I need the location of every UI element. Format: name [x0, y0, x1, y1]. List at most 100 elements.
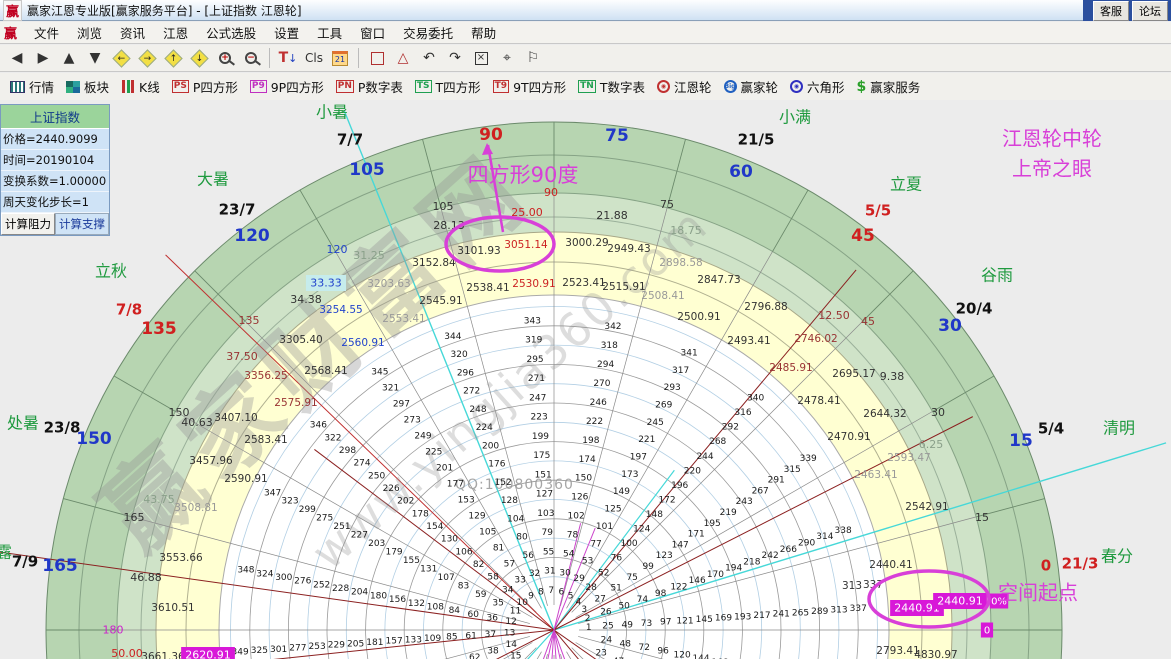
spiral-number: 129 [468, 511, 485, 521]
menu-item-2[interactable]: 资讯 [111, 21, 154, 44]
toolbar-button-六角形[interactable]: ◉六角形 [784, 75, 851, 98]
crosshair-icon[interactable]: ⌖ [495, 47, 519, 69]
step-row: 周天变化步长=1 [1, 192, 109, 213]
spiral-number: 300 [275, 573, 292, 583]
diamond-right-icon[interactable]: → [135, 47, 159, 69]
spiral-number: 297 [393, 399, 410, 409]
menu-item-3[interactable]: 江恩 [154, 21, 197, 44]
diamond-left-icon[interactable]: ← [109, 47, 133, 69]
spiral-number: 3 [581, 605, 587, 615]
spiral-number: 57 [504, 559, 515, 569]
wheel-label: 18.75 [670, 224, 702, 237]
toolbar-label: T数字表 [600, 77, 645, 96]
toolbar-button-T数字表[interactable]: TNT数字表 [572, 75, 651, 98]
square-icon[interactable] [365, 47, 389, 69]
spiral-number: 105 [479, 527, 496, 537]
diamond-down-icon[interactable]: ↓ [187, 47, 211, 69]
customer-service-button[interactable]: 客服 [1093, 1, 1129, 21]
cls-icon[interactable]: Cls [302, 47, 326, 69]
annotation-text: 空间起点 [998, 581, 1078, 605]
arrow-left-icon[interactable]: ◀ [5, 47, 29, 69]
spiral-number: 79 [541, 528, 553, 538]
toolbar-button-P数字表[interactable]: PNP数字表 [330, 75, 409, 98]
spiral-number: 27 [594, 594, 605, 604]
gann-wheel-chart[interactable]: 赢家财富网www.yingjia360.comQQ:10080036012345… [0, 100, 1171, 659]
toolbar-button-行情[interactable]: 行情 [4, 75, 60, 98]
toolbar-button-P四方形[interactable]: PSP四方形 [166, 75, 244, 98]
menu-item-1[interactable]: 浏览 [68, 21, 111, 44]
outer-label: 立夏 [890, 175, 922, 194]
spiral-number: 266 [780, 545, 797, 555]
toolbar-button-江恩轮[interactable]: ◉江恩轮 [651, 75, 718, 98]
x-box-icon[interactable]: × [469, 47, 493, 69]
calendar-icon[interactable]: 21 [328, 47, 352, 69]
forum-button[interactable]: 论坛 [1132, 1, 1168, 21]
toolbar-button-9T四方形[interactable]: T99T四方形 [487, 75, 573, 98]
triangle-down-icon[interactable]: ▼ [83, 47, 107, 69]
menu-item-9[interactable]: 帮助 [462, 21, 505, 44]
spiral-number: 107 [438, 573, 455, 583]
zoom-in-icon[interactable]: + [213, 47, 237, 69]
spiral-number: 26 [600, 608, 612, 618]
六角形-icon: ◉ [790, 80, 803, 93]
triangle-icon[interactable]: △ [391, 47, 415, 69]
diamond-up-icon[interactable]: ↑ [161, 47, 185, 69]
wheel-label: 9.38 [880, 370, 905, 383]
spiral-number: 23 [595, 649, 606, 659]
wheel-label: 4830.97 [914, 649, 957, 659]
spiral-number: 298 [339, 446, 356, 456]
spiral-number: 52 [598, 568, 609, 578]
spiral-number: 246 [590, 398, 607, 408]
zoom-out-icon[interactable]: − [239, 47, 263, 69]
wheel-label: 2523.41 [562, 277, 605, 289]
menu-item-8[interactable]: 交易委托 [394, 21, 462, 44]
spiral-number: 77 [590, 539, 601, 549]
flag-icon[interactable]: ⚐ [521, 47, 545, 69]
menu-item-0[interactable]: 文件 [25, 21, 68, 44]
wheel-label: 165 [124, 511, 145, 524]
spiral-number: 319 [525, 336, 542, 346]
triangle-up-icon[interactable]: ▲ [57, 47, 81, 69]
spiral-number: 241 [773, 610, 790, 620]
spiral-number: 121 [676, 616, 693, 626]
calc-resistance-button[interactable]: 计算阻力 [1, 213, 55, 235]
t-updown-icon[interactable]: T↓ [276, 47, 300, 69]
rotate-cw-icon[interactable]: ↷ [443, 47, 467, 69]
spiral-number: 343 [524, 316, 541, 326]
spiral-number: 228 [332, 584, 349, 594]
spiral-number: 59 [475, 590, 487, 600]
time-row: 时间=20190104 [1, 150, 109, 171]
calc-support-button[interactable]: 计算支撑 [55, 213, 109, 235]
toolbar-button-赢家轮[interactable]: Big赢家轮 [718, 75, 785, 98]
menu-item-5[interactable]: 设置 [265, 21, 308, 44]
spiral-number: 24 [601, 636, 613, 646]
spiral-number: 252 [313, 580, 330, 590]
toolbar-button-板块[interactable]: 板块 [60, 75, 115, 98]
menu-item-6[interactable]: 工具 [308, 21, 351, 44]
wheel-label: 40.63 [181, 416, 213, 429]
spiral-number: 219 [720, 508, 737, 518]
toolbar-button-K线[interactable]: K线 [115, 75, 166, 98]
toolbar-button-T四方形[interactable]: TST四方形 [409, 75, 487, 98]
spiral-number: 313 [830, 606, 847, 616]
spiral-number: 171 [688, 530, 705, 540]
rotate-ccw-icon[interactable]: ↶ [417, 47, 441, 69]
spiral-number: 38 [487, 647, 499, 657]
wheel-label: 3305.40 [279, 334, 322, 346]
arrow-right-icon[interactable]: ▶ [31, 47, 55, 69]
江恩轮-icon: ◉ [657, 80, 670, 93]
spiral-number: 244 [696, 452, 713, 462]
spiral-number: 120 [674, 650, 691, 659]
wheel-label: 30 [931, 406, 945, 419]
menu-item-4[interactable]: 公式选股 [197, 21, 265, 44]
wheel-label: 135 [239, 314, 260, 327]
outer-label: 165 [42, 556, 78, 576]
toolbar-button-9P四方形[interactable]: P99P四方形 [244, 75, 330, 98]
spiral-number: 324 [256, 569, 273, 579]
spiral-number: 109 [424, 634, 441, 644]
spiral-number: 340 [747, 393, 764, 403]
spiral-number: 99 [642, 562, 654, 572]
toolbar-button-赢家服务[interactable]: $赢家服务 [851, 75, 927, 98]
spiral-number: 323 [281, 497, 298, 507]
menu-item-7[interactable]: 窗口 [351, 21, 394, 44]
